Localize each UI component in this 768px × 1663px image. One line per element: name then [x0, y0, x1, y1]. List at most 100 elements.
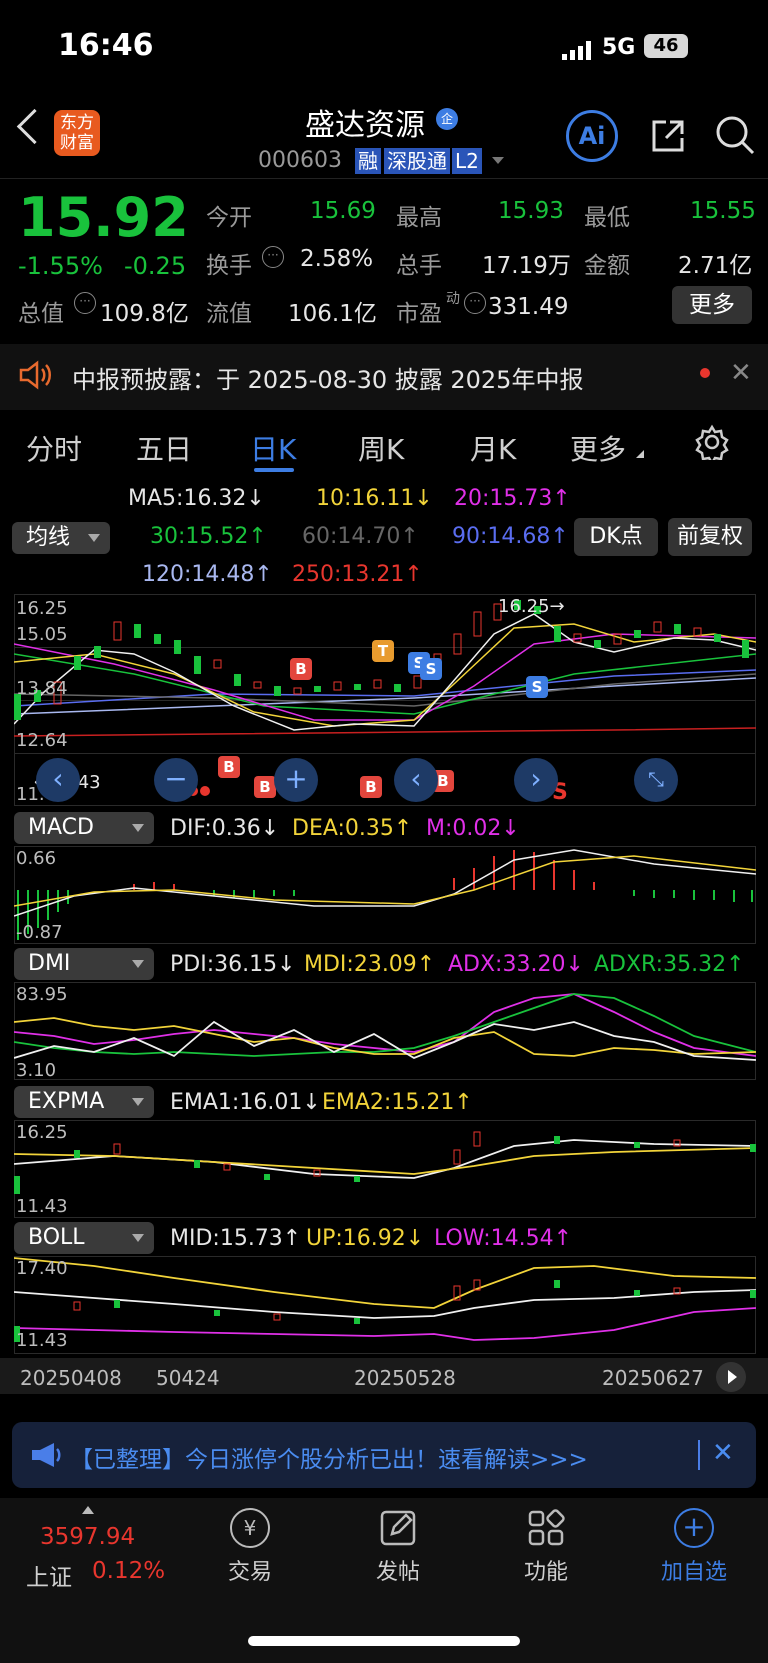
date-label-3: 20250528 — [354, 1366, 456, 1390]
index-change[interactable]: 0.12% — [92, 1558, 165, 1584]
logo-text-1: 东方 — [60, 113, 94, 133]
low-value: 15.55 — [690, 198, 756, 224]
macd-name: MACD — [28, 815, 94, 840]
back-icon[interactable] — [16, 108, 53, 145]
index-up-arrow-icon — [82, 1506, 94, 1514]
dmi-selector[interactable]: DMI — [14, 948, 154, 980]
fq-label: 前复权 — [676, 524, 743, 549]
macd-y-top: 0.66 — [16, 848, 57, 869]
buy-signal[interactable]: B — [290, 658, 312, 680]
index-value[interactable]: 3597.94 — [40, 1524, 135, 1550]
boll-name: BOLL — [28, 1225, 85, 1250]
ma90-value: 90:14.68↑ — [452, 524, 569, 549]
code-dropdown-icon[interactable] — [492, 157, 504, 164]
tab-monthly-k[interactable]: 月K — [470, 428, 516, 468]
expma-ema1: EMA1:16.01↓ — [170, 1090, 321, 1115]
stock-code: 000603 — [258, 148, 342, 173]
post-label: 发帖 — [375, 1560, 420, 1585]
dmi-y-top: 83.95 — [16, 984, 68, 1005]
battery-icon: 46 — [644, 34, 688, 58]
low-label: 最低 — [584, 205, 630, 231]
date-label-1: 20250408 — [20, 1366, 122, 1390]
pe-info-icon[interactable]: ··· — [464, 292, 486, 314]
notice-close-icon[interactable]: ✕ — [730, 358, 752, 388]
buy-signal[interactable]: B — [254, 776, 276, 798]
ai-button[interactable]: Ai — [566, 110, 618, 162]
pe-sup: 动 — [446, 291, 460, 307]
boll-chart — [14, 1257, 756, 1342]
settings-icon[interactable] — [694, 424, 730, 466]
ma250-value: 250:13.21↑ — [292, 562, 423, 587]
ma120-value: 120:14.48↑ — [142, 562, 273, 587]
add-label: 加自选 — [660, 1560, 727, 1585]
dmi-adx: ADX:33.20↓ — [448, 952, 584, 977]
expma-name: EXPMA — [28, 1089, 105, 1114]
kline-y-label-4: 12.64 — [16, 730, 68, 751]
tab-active-indicator — [254, 468, 294, 472]
macd-y-bot: -0.87 — [16, 922, 63, 943]
boll-y-bot: 11.43 — [16, 1330, 68, 1351]
add-watchlist-button[interactable]: + 加自选 — [639, 1508, 749, 1586]
tab-five-day[interactable]: 五日 — [136, 428, 192, 468]
ma-selector[interactable]: 均线 — [12, 522, 110, 554]
dmi-mdi: MDI:23.09↑ — [304, 952, 436, 977]
tab-more[interactable]: 更多 — [570, 428, 626, 468]
high-value: 15.93 — [498, 198, 564, 224]
dmi-y-bot: 3.10 — [16, 1060, 57, 1081]
ma10-value: 10:16.11↓ — [316, 486, 433, 511]
add-icon: + — [674, 1508, 714, 1548]
amount-label: 金额 — [584, 253, 630, 279]
sell-signal[interactable]: S — [420, 658, 442, 680]
turnover-value: 2.58% — [300, 246, 374, 272]
banner-text[interactable]: 【已整理】今日涨停个股分析已出！速看解读>>> — [70, 1440, 588, 1474]
ai-label: Ai — [578, 122, 606, 150]
date-label-4: 20250627 — [602, 1366, 704, 1390]
macd-selector[interactable]: MACD — [14, 812, 154, 844]
date-next-button[interactable] — [716, 1362, 746, 1392]
search-icon[interactable] — [714, 114, 756, 156]
prev-button[interactable]: ‹ — [394, 758, 438, 802]
buy-signal[interactable]: B — [218, 756, 240, 778]
expma-y-top: 16.25 — [16, 1122, 68, 1143]
zoom-in-button[interactable]: + — [274, 758, 318, 802]
boll-selector[interactable]: BOLL — [14, 1222, 154, 1254]
tab-daily-k[interactable]: 日K — [250, 428, 296, 468]
dk-button[interactable]: DK点 — [574, 518, 658, 556]
dmi-adxr: ADXR:35.32↑ — [594, 952, 745, 977]
buy-signal[interactable]: B — [360, 776, 382, 798]
tab-intraday[interactable]: 分时 — [26, 428, 82, 468]
scroll-left-button[interactable]: ‹ — [36, 758, 80, 802]
ma90-line — [14, 669, 756, 707]
mcap-info-icon[interactable]: ··· — [74, 292, 96, 314]
share-icon[interactable] — [650, 118, 686, 154]
notice-text[interactable]: 中报预披露：于 2025-08-30 披露 2025年中报 — [72, 360, 583, 395]
tag-l2: L2 — [452, 148, 482, 174]
sell-signal[interactable]: S — [526, 676, 548, 698]
network-label: 5G — [602, 35, 636, 60]
post-button[interactable]: 发帖 — [343, 1508, 453, 1586]
more-button[interactable]: 更多 — [672, 286, 752, 324]
ma250-line — [14, 727, 756, 737]
banner-close-icon[interactable]: ✕ — [712, 1438, 734, 1468]
fq-button[interactable]: 前复权 — [668, 518, 752, 556]
trade-button[interactable]: ¥ 交易 — [195, 1508, 305, 1586]
turnover-info-icon[interactable]: ··· — [262, 246, 284, 268]
volume-label: 总手 — [396, 253, 442, 279]
function-button[interactable]: 功能 — [491, 1508, 601, 1586]
next-button[interactable]: › — [514, 758, 558, 802]
open-label: 今开 — [206, 205, 252, 231]
t-signal[interactable]: T — [372, 640, 394, 662]
tab-more-caret-icon — [636, 450, 644, 458]
expma-selector[interactable]: EXPMA — [14, 1086, 154, 1118]
function-icon — [526, 1508, 566, 1548]
zoom-out-button[interactable]: − — [154, 758, 198, 802]
pe-label: 市盈 — [396, 301, 442, 327]
fullscreen-button[interactable]: ⤡ — [634, 758, 678, 802]
index-name[interactable]: 上证 — [26, 1558, 72, 1592]
enterprise-badge: 企 — [436, 108, 458, 130]
mcap-value: 109.8亿 — [100, 301, 189, 327]
ma60-line — [14, 673, 756, 707]
tab-weekly-k[interactable]: 周K — [358, 428, 404, 468]
home-indicator — [248, 1636, 520, 1646]
change-pct: -1.55% — [18, 252, 103, 280]
